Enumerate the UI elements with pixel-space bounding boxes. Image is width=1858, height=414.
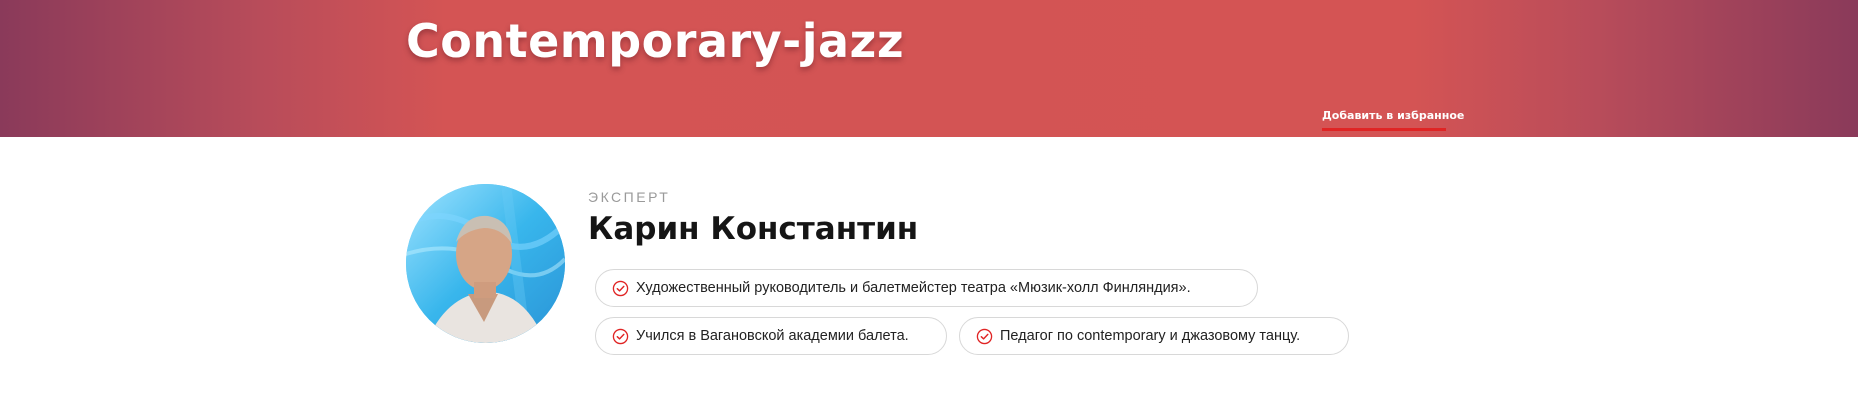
add-to-favorites-link[interactable]: Добавить в избранное [1322,109,1464,122]
expert-fact-chip: Художественный руководитель и балетмейст… [595,269,1258,307]
favorites-underline [1322,128,1446,131]
expert-fact-text: Художественный руководитель и балетмейст… [636,280,1191,296]
expert-fact-chip: Учился в Вагановской академии балета. [595,317,947,355]
expert-photo [406,184,565,343]
page-banner: Contemporary-jazz Добавить в избранное [0,0,1858,137]
expert-fact-chip: Педагог по contemporary и джазовому танц… [959,317,1349,355]
check-circle-icon [976,328,993,344]
expert-role-label: ЭКСПЕРТ [588,189,671,205]
page-title: Contemporary-jazz [406,14,905,68]
check-circle-icon [612,280,629,296]
expert-avatar [406,184,565,343]
check-circle-icon [612,328,629,344]
expert-fact-text: Учился в Вагановской академии балета. [636,328,909,344]
expert-name: Карин Константин [588,211,919,247]
expert-fact-text: Педагог по contemporary и джазовому танц… [1000,328,1301,344]
